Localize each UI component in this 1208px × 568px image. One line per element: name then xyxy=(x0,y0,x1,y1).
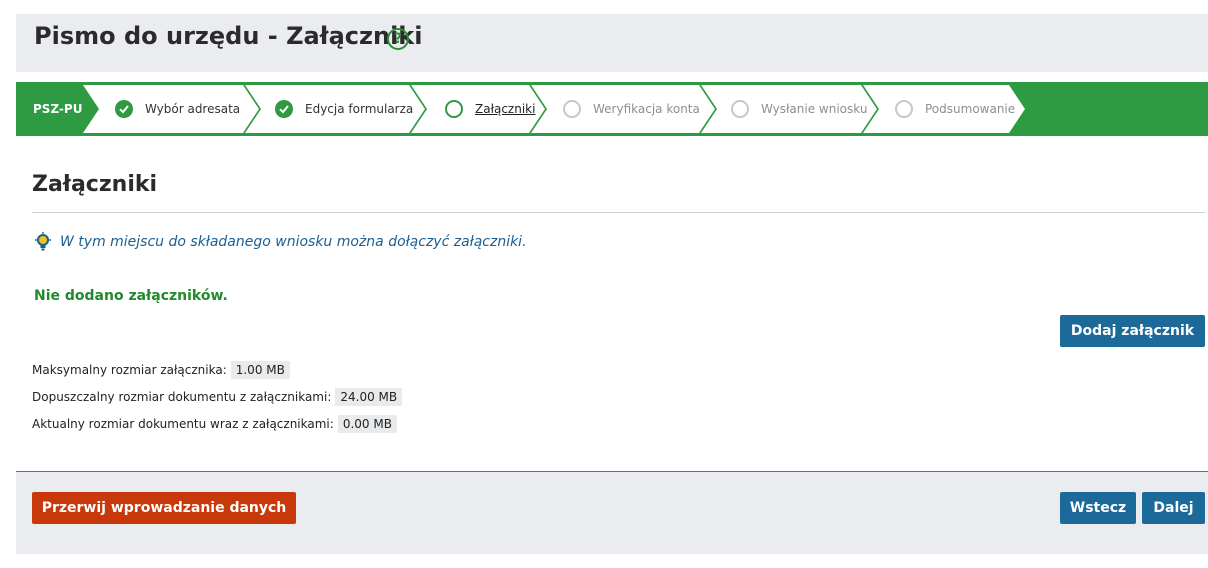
cancel-entry-button[interactable]: Przerwij wprowadzanie danych xyxy=(32,492,296,524)
step-label: Podsumowanie xyxy=(925,102,1016,116)
add-attachment-button[interactable]: Dodaj załącznik xyxy=(1060,315,1205,347)
step-label: Wysłanie wniosku xyxy=(761,102,868,116)
info-text: W tym miejscu do składanego wniosku możn… xyxy=(60,234,527,250)
circle-icon xyxy=(731,100,749,118)
step-podsumowanie[interactable]: Podsumowanie xyxy=(895,85,1015,133)
divider xyxy=(32,212,1205,213)
check-icon xyxy=(115,100,133,118)
circle-icon xyxy=(895,100,913,118)
section-title: Załączniki xyxy=(32,172,158,197)
meta-label: Aktualny rozmiar dokumentu wraz z załącz… xyxy=(32,417,334,431)
page-title: Pismo do urzędu - Załączniki xyxy=(34,22,423,50)
lightbulb-icon xyxy=(35,232,51,251)
back-button[interactable]: Wstecz xyxy=(1060,492,1136,524)
page: Pismo do urzędu - Załączniki ? PSZ-PU Wy… xyxy=(16,14,1208,554)
step-edycja-formularza[interactable]: Edycja formularza xyxy=(275,85,413,133)
step-label: Edycja formularza xyxy=(305,102,414,116)
info-message: W tym miejscu do składanego wniosku możn… xyxy=(34,232,527,252)
step-weryfikacja-konta[interactable]: Weryfikacja konta xyxy=(563,85,700,133)
empty-attachments-message: Nie dodano załączników. xyxy=(34,288,228,304)
circle-icon xyxy=(445,100,463,118)
step-label: Wybór adresata xyxy=(145,102,241,116)
meta-label: Maksymalny rozmiar załącznika: xyxy=(32,363,227,377)
help-icon[interactable]: ? xyxy=(387,28,409,50)
current-document-size: Aktualny rozmiar dokumentu wraz z załącz… xyxy=(32,415,397,433)
step-label: Załączniki xyxy=(475,102,536,116)
stepper-code: PSZ-PU xyxy=(33,102,83,116)
check-icon xyxy=(275,100,293,118)
step-label: Weryfikacja konta xyxy=(593,102,700,116)
max-attachment-size: Maksymalny rozmiar załącznika: 1.00 MB xyxy=(32,361,290,379)
meta-value: 0.00 MB xyxy=(337,415,397,433)
progress-stepper: PSZ-PU Wybór adresata Edycja formularza xyxy=(16,82,1208,136)
max-document-size: Dopuszczalny rozmiar dokumentu z załączn… xyxy=(32,388,403,406)
step-wybor-adresata[interactable]: Wybór adresata xyxy=(115,85,240,133)
step-zalaczniki[interactable]: Załączniki xyxy=(445,85,535,133)
meta-value: 24.00 MB xyxy=(335,388,403,406)
circle-icon xyxy=(563,100,581,118)
meta-value: 1.00 MB xyxy=(230,361,290,379)
next-button[interactable]: Dalej xyxy=(1142,492,1205,524)
step-wyslanie-wniosku[interactable]: Wysłanie wniosku xyxy=(731,85,867,133)
meta-label: Dopuszczalny rozmiar dokumentu z załączn… xyxy=(32,390,332,404)
header-bar: Pismo do urzędu - Załączniki ? xyxy=(16,14,1208,72)
